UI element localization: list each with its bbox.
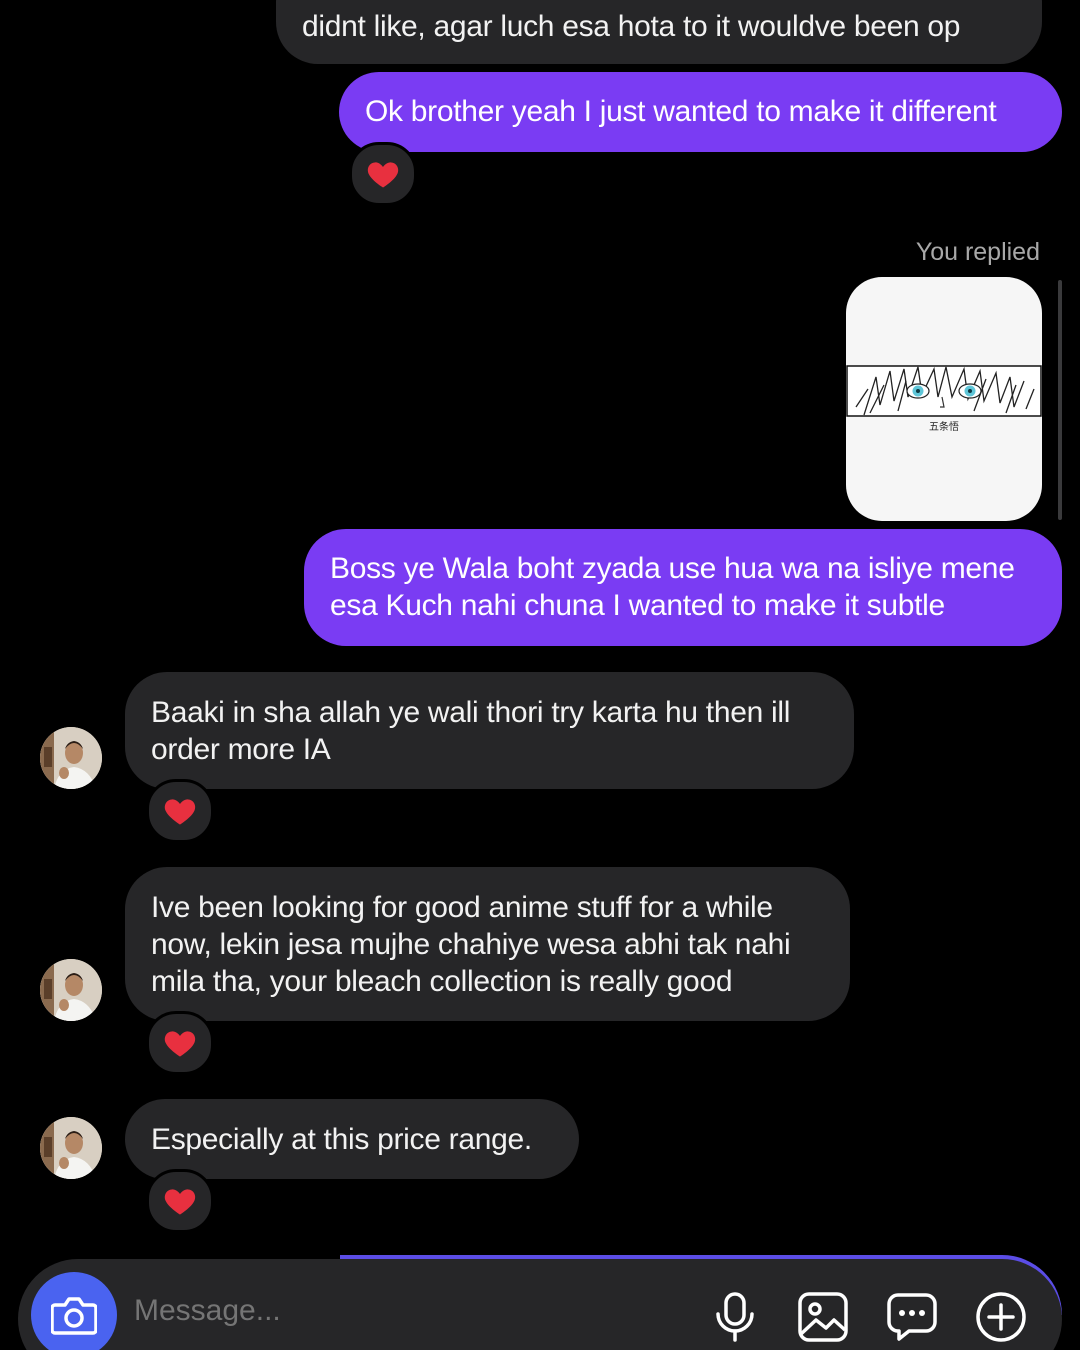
message-text-line: now, lekin jesa mujhe chahiye wesa abhi … <box>151 928 791 961</box>
message-text-line: Boss ye Wala boht zyada use hua wa na is… <box>330 552 1015 585</box>
reaction-heart[interactable] <box>146 1011 214 1075</box>
message-text-line: esa Kuch nahi chuna I wanted to make it … <box>330 589 945 622</box>
camera-button[interactable] <box>31 1272 117 1350</box>
profile-photo <box>40 727 102 789</box>
message-text: Ok brother yeah I just wanted to make it… <box>365 95 997 128</box>
message-text-line: order more IA <box>151 733 331 766</box>
gallery-button[interactable] <box>797 1291 849 1343</box>
image-caption: 五条悟 <box>929 420 959 433</box>
reaction-heart[interactable] <box>146 1169 214 1233</box>
more-options-button[interactable] <box>975 1291 1027 1343</box>
avatar[interactable] <box>40 1117 102 1179</box>
sticker-button[interactable] <box>886 1291 938 1343</box>
avatar[interactable] <box>40 959 102 1021</box>
message-text: didnt like, agar luch esa hota to it wou… <box>302 10 961 43</box>
message-bubble-incoming[interactable]: didnt like, agar luch esa hota to it wou… <box>276 0 1042 64</box>
avatar[interactable] <box>40 727 102 789</box>
message-text-line: mila tha, your bleach collection is real… <box>151 965 733 998</box>
message-bubble-incoming[interactable]: Baaki in sha allah ye wali thori try kar… <box>125 672 854 789</box>
reply-label: You replied <box>915 238 1040 266</box>
dm-thread-screen: didnt like, agar luch esa hota to it wou… <box>0 0 1080 1350</box>
message-text-line: Baaki in sha allah ye wali thori try kar… <box>151 696 791 729</box>
camera-icon <box>51 1297 97 1335</box>
heart-icon <box>367 162 399 188</box>
gallery-icon <box>798 1292 848 1342</box>
heart-icon <box>164 799 196 825</box>
plus-circle-icon <box>976 1292 1026 1342</box>
microphone-icon <box>716 1292 754 1342</box>
chat-bubble-icon <box>887 1293 937 1341</box>
reaction-heart[interactable] <box>146 779 214 843</box>
message-bubble-outgoing[interactable]: Ok brother yeah I just wanted to make it… <box>339 72 1062 152</box>
message-text-line: Ive been looking for good anime stuff fo… <box>151 891 773 924</box>
heart-icon <box>164 1189 196 1215</box>
message-input[interactable] <box>134 1294 654 1328</box>
message-bubble-incoming[interactable]: Ive been looking for good anime stuff fo… <box>125 867 850 1021</box>
reaction-heart[interactable] <box>349 142 417 206</box>
anime-artwork-image: 五条悟 <box>846 365 1042 433</box>
message-text: Especially at this price range. <box>151 1123 532 1156</box>
message-bubble-incoming[interactable]: Especially at this price range. <box>125 1099 579 1179</box>
message-bubble-outgoing[interactable]: Boss ye Wala boht zyada use hua wa na is… <box>304 529 1062 646</box>
profile-photo <box>40 959 102 1021</box>
microphone-button[interactable] <box>709 1291 761 1343</box>
reply-indicator-bar <box>1058 280 1062 520</box>
profile-photo <box>40 1117 102 1179</box>
replied-story-thumbnail[interactable]: 五条悟 <box>846 277 1042 521</box>
heart-icon <box>164 1031 196 1057</box>
